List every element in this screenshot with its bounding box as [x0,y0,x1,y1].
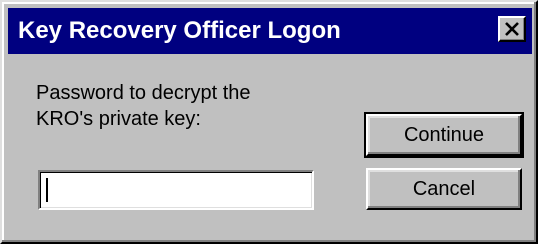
title-bar[interactable]: Key Recovery Officer Logon [8,8,532,54]
continue-button[interactable]: Continue [364,112,524,158]
prompt-line-2: KRO's private key: [36,108,201,130]
close-x-icon [505,22,519,36]
window-title: Key Recovery Officer Logon [18,17,341,44]
prompt-line-1: Password to decrypt the [36,82,251,104]
password-input[interactable] [38,170,314,210]
close-button[interactable] [498,16,526,42]
key-recovery-dialog: Key Recovery Officer Logon Password to d… [0,0,538,244]
cancel-button[interactable]: Cancel [366,168,522,210]
password-prompt: Password to decrypt the KRO's private ke… [36,80,251,132]
text-caret [46,178,48,202]
